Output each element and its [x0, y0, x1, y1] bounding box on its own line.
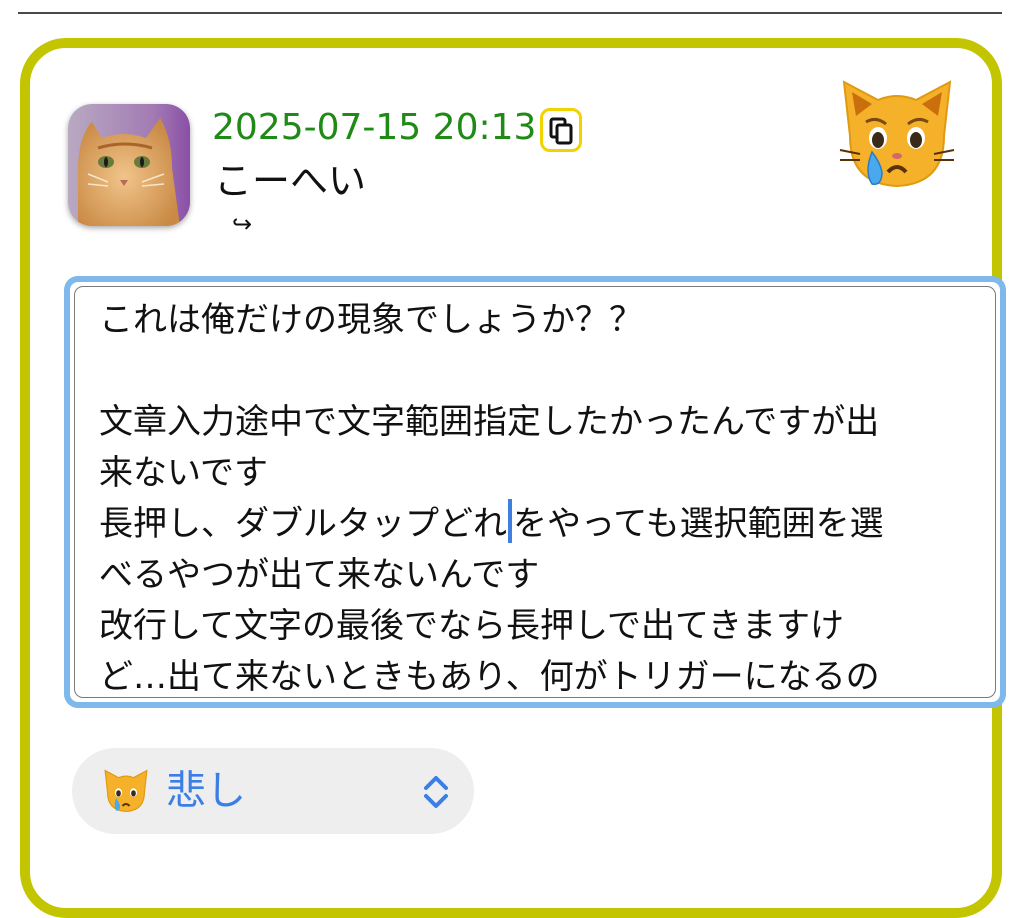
avatar[interactable]	[68, 104, 190, 226]
up-down-chevron-icon	[416, 772, 456, 812]
copy-icon	[549, 117, 573, 145]
mood-select-label: 悲し	[166, 768, 246, 814]
crying-cat-face-icon[interactable]	[836, 76, 958, 192]
editor-content[interactable]: これは俺だけの現象でしょうか？？ 文章入力途中で文字範囲指定したかったんですが出…	[99, 295, 979, 697]
mood-select[interactable]: 悲し	[72, 748, 474, 834]
editor-line: 改行して文字の最後でなら長押しで出てきますけ	[99, 606, 844, 646]
editor-line-before-caret: 長押し、ダブルタップどれ	[99, 504, 507, 544]
editor-line-with-caret: 長押し、ダブルタップどれ をやっても選択範囲を選	[99, 499, 979, 550]
editor-line-after-caret: をやっても選択範囲を選	[513, 504, 884, 544]
username[interactable]: こーへい	[214, 158, 366, 204]
editor-line: 来ないです	[99, 453, 268, 493]
top-divider	[18, 12, 1002, 14]
post-text-editor[interactable]: これは俺だけの現象でしょうか？？ 文章入力途中で文字範囲指定したかったんですが出…	[64, 276, 1006, 708]
cat-avatar-image	[68, 104, 190, 226]
text-area[interactable]: これは俺だけの現象でしょうか？？ 文章入力途中で文字範囲指定したかったんですが出…	[74, 286, 996, 698]
crying-cat-face-icon	[104, 769, 148, 813]
text-caret	[508, 499, 512, 543]
reply-icon[interactable]: ↪	[232, 210, 252, 238]
editor-line: べるやつが出て来ないんです	[99, 555, 540, 595]
editor-line: ど…出て来ないときもあり、何がトリガーになるの	[99, 657, 880, 697]
post-timestamp: 2025-07-15 20:13	[212, 107, 537, 148]
editor-line: これは俺だけの現象でしょうか？？	[99, 300, 643, 340]
copy-button[interactable]	[540, 108, 582, 152]
editor-line: 文章入力途中で文字範囲指定したかったんですが出	[99, 402, 880, 442]
